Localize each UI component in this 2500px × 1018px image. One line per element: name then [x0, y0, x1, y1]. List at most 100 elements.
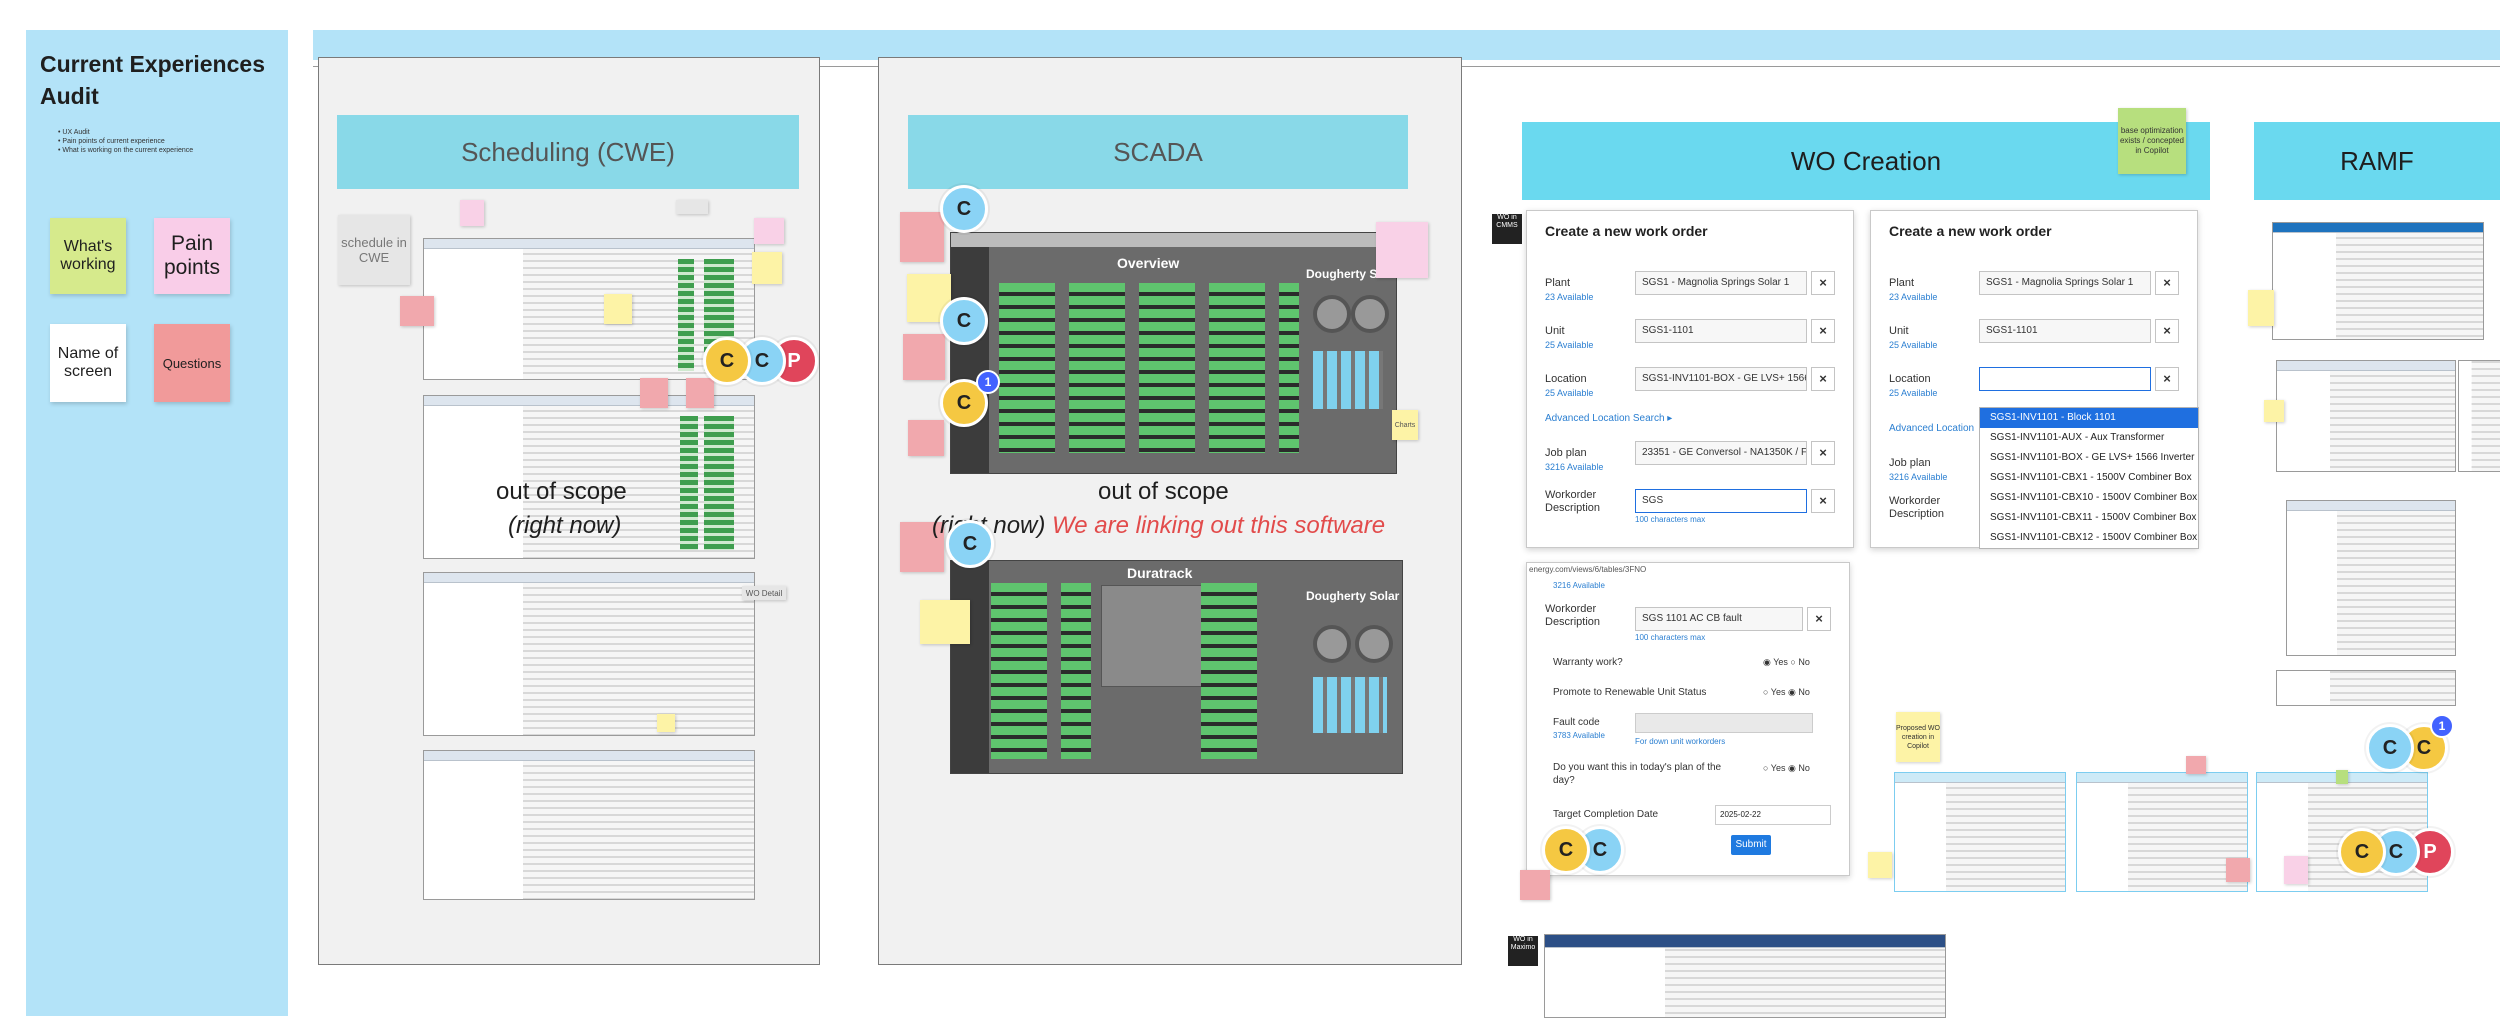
- avatar[interactable]: C: [946, 520, 994, 568]
- clear-icon[interactable]: ×: [2155, 271, 2179, 295]
- screenshot-copilot-2[interactable]: [2076, 772, 2248, 892]
- screenshot-schedule-3[interactable]: [423, 572, 755, 736]
- tab-label: WO in CMMS: [1492, 214, 1522, 244]
- screenshot-ramf-3[interactable]: [2286, 500, 2456, 656]
- submit-button[interactable]: Submit: [1731, 835, 1771, 855]
- today-radio[interactable]: ○ Yes ◉ No: [1763, 763, 1810, 774]
- location-label: Location: [1545, 373, 1587, 385]
- sticky-note[interactable]: [1868, 852, 1892, 878]
- unit-field[interactable]: SGS1-1101: [1979, 319, 2151, 343]
- sticky-note[interactable]: [640, 378, 668, 408]
- sticky-schedule-note[interactable]: schedule in CWE: [338, 215, 410, 285]
- dropdown-option[interactable]: SGS1-INV1101-CBX12 - 1500V Combiner Box: [1980, 528, 2198, 548]
- sticky-note[interactable]: [752, 252, 782, 284]
- jobplan-available: 3216 Available: [1889, 472, 1948, 482]
- avatar[interactable]: C: [940, 297, 988, 345]
- sticky-note[interactable]: [754, 218, 784, 244]
- legend-questions[interactable]: Questions: [154, 324, 230, 402]
- sticky-note[interactable]: [903, 334, 945, 380]
- location-field[interactable]: [1979, 367, 2151, 391]
- sticky-note[interactable]: [1376, 222, 1428, 278]
- legend-name-of-screen[interactable]: Name of screen: [50, 324, 126, 402]
- clear-icon[interactable]: ×: [1811, 367, 1835, 391]
- target-date-field[interactable]: 2025-02-22: [1715, 805, 1831, 825]
- sticky-note[interactable]: [657, 714, 675, 732]
- available-text: 3216 Available: [1553, 581, 1605, 590]
- screenshot-maximo[interactable]: [1544, 934, 1946, 1018]
- sticky-note[interactable]: [900, 212, 944, 262]
- plant-field[interactable]: SGS1 - Magnolia Springs Solar 1: [1979, 271, 2151, 295]
- sticky-note[interactable]: [1520, 870, 1550, 900]
- avatar[interactable]: C: [703, 337, 751, 385]
- sticky-note[interactable]: [604, 294, 632, 324]
- char-limit: 100 characters max: [1635, 633, 1706, 642]
- legend-pain-points[interactable]: Pain points: [154, 218, 230, 294]
- dropdown-option[interactable]: SGS1-INV1101 - Block 1101: [1980, 408, 2198, 428]
- sticky-note[interactable]: [908, 420, 944, 456]
- avatar[interactable]: C: [2338, 828, 2386, 876]
- advanced-location-link[interactable]: Advanced Location Search ▸: [1545, 413, 1672, 424]
- sticky-note[interactable]: [2264, 400, 2284, 422]
- fault-field[interactable]: [1635, 713, 1813, 733]
- wodesc-field[interactable]: SGS 1101 AC CB fault: [1635, 607, 1803, 631]
- screenshot-scada-duratrack[interactable]: Duratrack Dougherty Solar: [950, 560, 1403, 774]
- dropdown-option[interactable]: SGS1-INV1101-CBX1 - 1500V Combiner Box: [1980, 468, 2198, 488]
- notification-badge: 1: [976, 370, 1000, 394]
- sticky-charts[interactable]: Charts: [1392, 410, 1418, 440]
- location-label: Location: [1889, 373, 1931, 385]
- sticky-base-optimization[interactable]: base optimization exists / concepted in …: [2118, 108, 2186, 174]
- clear-icon[interactable]: ×: [2155, 319, 2179, 343]
- clear-icon[interactable]: ×: [2155, 367, 2179, 391]
- promote-radio[interactable]: ○ Yes ◉ No: [1763, 687, 1810, 698]
- board-title: Current Experiences Audit: [40, 51, 265, 109]
- clear-icon[interactable]: ×: [1811, 441, 1835, 465]
- clear-icon[interactable]: ×: [1811, 319, 1835, 343]
- sticky-note[interactable]: [2186, 756, 2206, 774]
- sticky-note[interactable]: [460, 200, 484, 226]
- sticky-proposed-wo[interactable]: Proposed WO creation in Copilot: [1896, 712, 1940, 762]
- sticky-note[interactable]: [2226, 858, 2250, 882]
- sticky-note[interactable]: [920, 600, 970, 644]
- jobplan-field[interactable]: 23351 - GE Conversol - NA1350K / Fa: [1635, 441, 1807, 465]
- plant-available: 23 Available: [1545, 292, 1594, 302]
- sticky-note[interactable]: [686, 378, 714, 408]
- plant-field[interactable]: SGS1 - Magnolia Springs Solar 1: [1635, 271, 1807, 295]
- wodesc-label: Workorder Description: [1545, 489, 1601, 514]
- sticky-note[interactable]: [2284, 856, 2308, 884]
- legend-whats-working[interactable]: What's working: [50, 218, 126, 294]
- sticky-wo-detail[interactable]: WO Detail: [742, 586, 786, 600]
- dropdown-option[interactable]: SGS1-INV1101-AUX - Aux Transformer: [1980, 428, 2198, 448]
- location-available: 25 Available: [1889, 388, 1938, 398]
- unit-field[interactable]: SGS1-1101: [1635, 319, 1807, 343]
- dropdown-option[interactable]: SGS1-INV1101-CBX11 - 1500V Combiner Box: [1980, 508, 2198, 528]
- screenshot-ramf-2[interactable]: [2276, 360, 2456, 472]
- warranty-radio[interactable]: ◉ Yes ○ No: [1763, 657, 1810, 668]
- sticky-note[interactable]: [676, 200, 708, 214]
- fault-link[interactable]: For down unit workorders: [1635, 737, 1725, 746]
- sticky-note[interactable]: [2336, 770, 2348, 784]
- avatar[interactable]: C: [2366, 724, 2414, 772]
- clear-icon[interactable]: ×: [1807, 607, 1831, 631]
- sticky-note[interactable]: [400, 296, 434, 326]
- wodesc-field[interactable]: SGS: [1635, 489, 1807, 513]
- advanced-location-link[interactable]: Advanced Location: [1889, 423, 1974, 434]
- screenshot-ramf-1[interactable]: [2272, 222, 2484, 340]
- scada-overview-title: Overview: [1117, 255, 1180, 271]
- clear-icon[interactable]: ×: [1811, 271, 1835, 295]
- avatar[interactable]: C: [940, 185, 988, 233]
- screenshot-ramf-4[interactable]: [2276, 670, 2456, 706]
- sticky-note[interactable]: [2248, 290, 2274, 326]
- location-field[interactable]: SGS1-INV1101-BOX - GE LVS+ 1566 I: [1635, 367, 1807, 391]
- form-title: Create a new work order: [1889, 223, 2052, 239]
- today-label: Do you want this in today's plan of the …: [1553, 762, 1722, 786]
- right-now-label: (right now): [508, 512, 622, 539]
- screenshot-copilot-1[interactable]: [1894, 772, 2066, 892]
- dropdown-option[interactable]: SGS1-INV1101-CBX10 - 1500V Combiner Box: [1980, 488, 2198, 508]
- screenshot-ramf-5[interactable]: [2458, 360, 2500, 472]
- avatar[interactable]: C: [1542, 826, 1590, 874]
- location-dropdown[interactable]: SGS1-INV1101 - Block 1101 SGS1-INV1101-A…: [1979, 407, 2199, 549]
- screenshot-scada-overview[interactable]: Overview Dougherty Sol: [950, 232, 1397, 474]
- clear-icon[interactable]: ×: [1811, 489, 1835, 513]
- screenshot-schedule-4[interactable]: [423, 750, 755, 900]
- dropdown-option[interactable]: SGS1-INV1101-BOX - GE LVS+ 1566 Inverter…: [1980, 448, 2198, 468]
